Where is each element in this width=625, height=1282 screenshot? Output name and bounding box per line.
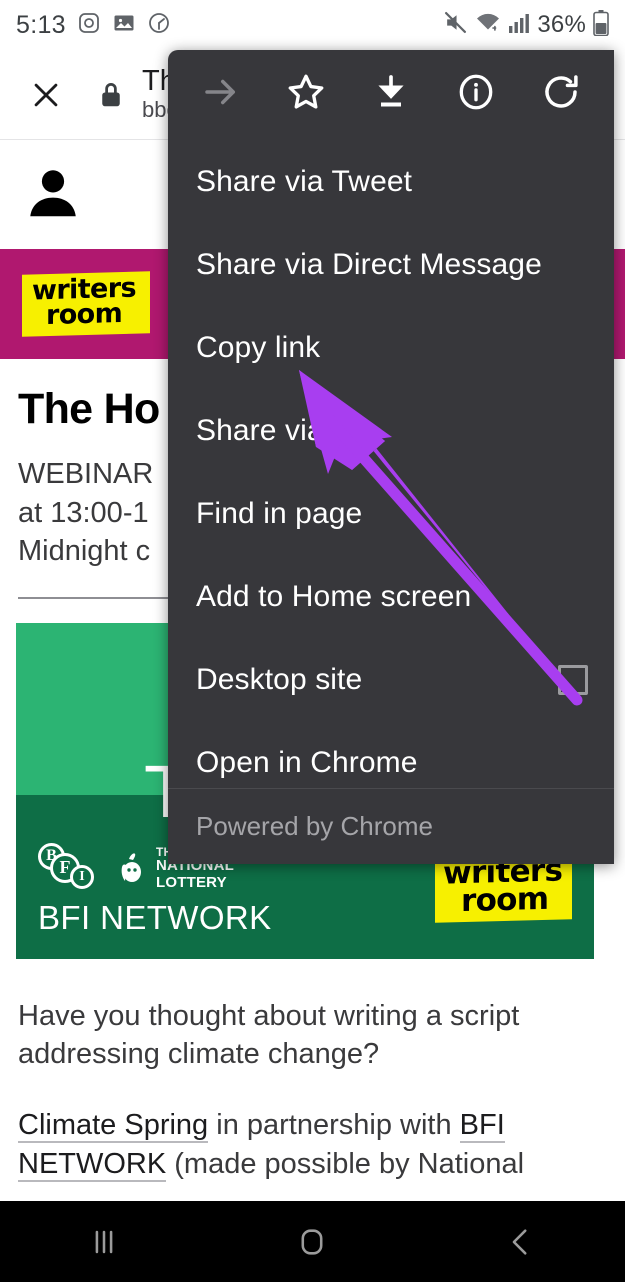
page-info-icon[interactable] xyxy=(447,63,505,121)
promo-wr-line2: room xyxy=(460,880,549,920)
mute-icon xyxy=(443,10,468,40)
recents-icon[interactable] xyxy=(64,1212,144,1272)
menu-item-share-via-tweet[interactable]: Share via Tweet xyxy=(168,140,614,223)
reload-icon[interactable] xyxy=(532,63,590,121)
bfi-letter-i: I xyxy=(70,864,94,889)
bookmark-star-icon[interactable] xyxy=(277,63,335,121)
wifi-icon xyxy=(475,11,501,40)
status-bar-right: 36% xyxy=(443,9,609,41)
bfi-logo-icon: B F I xyxy=(38,842,102,891)
body-paragraph-1: Have you thought about writing a script … xyxy=(18,999,520,1071)
chrome-overflow-menu: Share via Tweet Share via Direct Message… xyxy=(168,50,614,864)
body-paragraph-2: Climate Spring in partnership with BFI N… xyxy=(18,1108,525,1182)
menu-item-label: Add to Home screen xyxy=(196,579,472,613)
instagram-icon xyxy=(77,11,101,40)
battery-icon xyxy=(593,9,609,41)
menu-item-label: Desktop site xyxy=(196,662,363,696)
menu-item-label: Share via Tweet xyxy=(196,164,413,198)
menu-item-label: Open in Chrome xyxy=(196,745,418,779)
bfi-network-label: BFI NETWORK xyxy=(38,898,272,936)
forward-icon[interactable] xyxy=(192,63,250,121)
menu-footer: Powered by Chrome xyxy=(168,788,614,864)
timer-icon xyxy=(147,11,171,40)
lock-icon[interactable] xyxy=(98,80,124,110)
menu-item-find-in-page[interactable]: Find in page xyxy=(168,472,614,555)
photo-icon xyxy=(112,11,136,40)
home-icon[interactable] xyxy=(272,1212,352,1272)
writersroom-logo-line2: room xyxy=(46,297,123,332)
menu-item-list: Share via Tweet Share via Direct Message… xyxy=(168,134,614,804)
signal-icon xyxy=(508,12,530,39)
menu-item-label: Copy link xyxy=(196,330,321,364)
menu-item-label: Share via… xyxy=(196,413,354,447)
menu-item-copy-link[interactable]: Copy link xyxy=(168,306,614,389)
status-bar-left: 5:13 xyxy=(16,11,171,40)
link-climate-spring[interactable]: Climate Spring xyxy=(18,1108,209,1143)
status-clock: 5:13 xyxy=(16,10,66,39)
menu-toolbar-row xyxy=(168,50,614,134)
crossed-fingers-icon xyxy=(116,851,150,885)
back-icon[interactable] xyxy=(481,1212,561,1272)
menu-item-desktop-site[interactable]: Desktop site xyxy=(168,638,614,721)
menu-item-add-to-home-screen[interactable]: Add to Home screen xyxy=(168,555,614,638)
person-icon[interactable] xyxy=(22,162,84,229)
menu-item-share-via[interactable]: Share via… xyxy=(168,389,614,472)
close-icon[interactable] xyxy=(24,73,68,117)
android-nav-bar xyxy=(0,1201,625,1282)
download-icon[interactable] xyxy=(362,63,420,121)
lottery-line3: LOTTERY xyxy=(156,873,227,891)
menu-item-share-via-direct-message[interactable]: Share via Direct Message xyxy=(168,223,614,306)
status-bar: 5:13 36% xyxy=(0,0,625,50)
menu-item-label: Share via Direct Message xyxy=(196,247,542,281)
desktop-site-checkbox[interactable] xyxy=(558,664,588,695)
battery-percent: 36% xyxy=(537,11,586,38)
menu-footer-label: Powered by Chrome xyxy=(196,811,433,841)
menu-item-label: Find in page xyxy=(196,496,363,530)
writersroom-logo: writers room xyxy=(22,271,150,337)
article-body: Have you thought about writing a script … xyxy=(0,959,625,1183)
